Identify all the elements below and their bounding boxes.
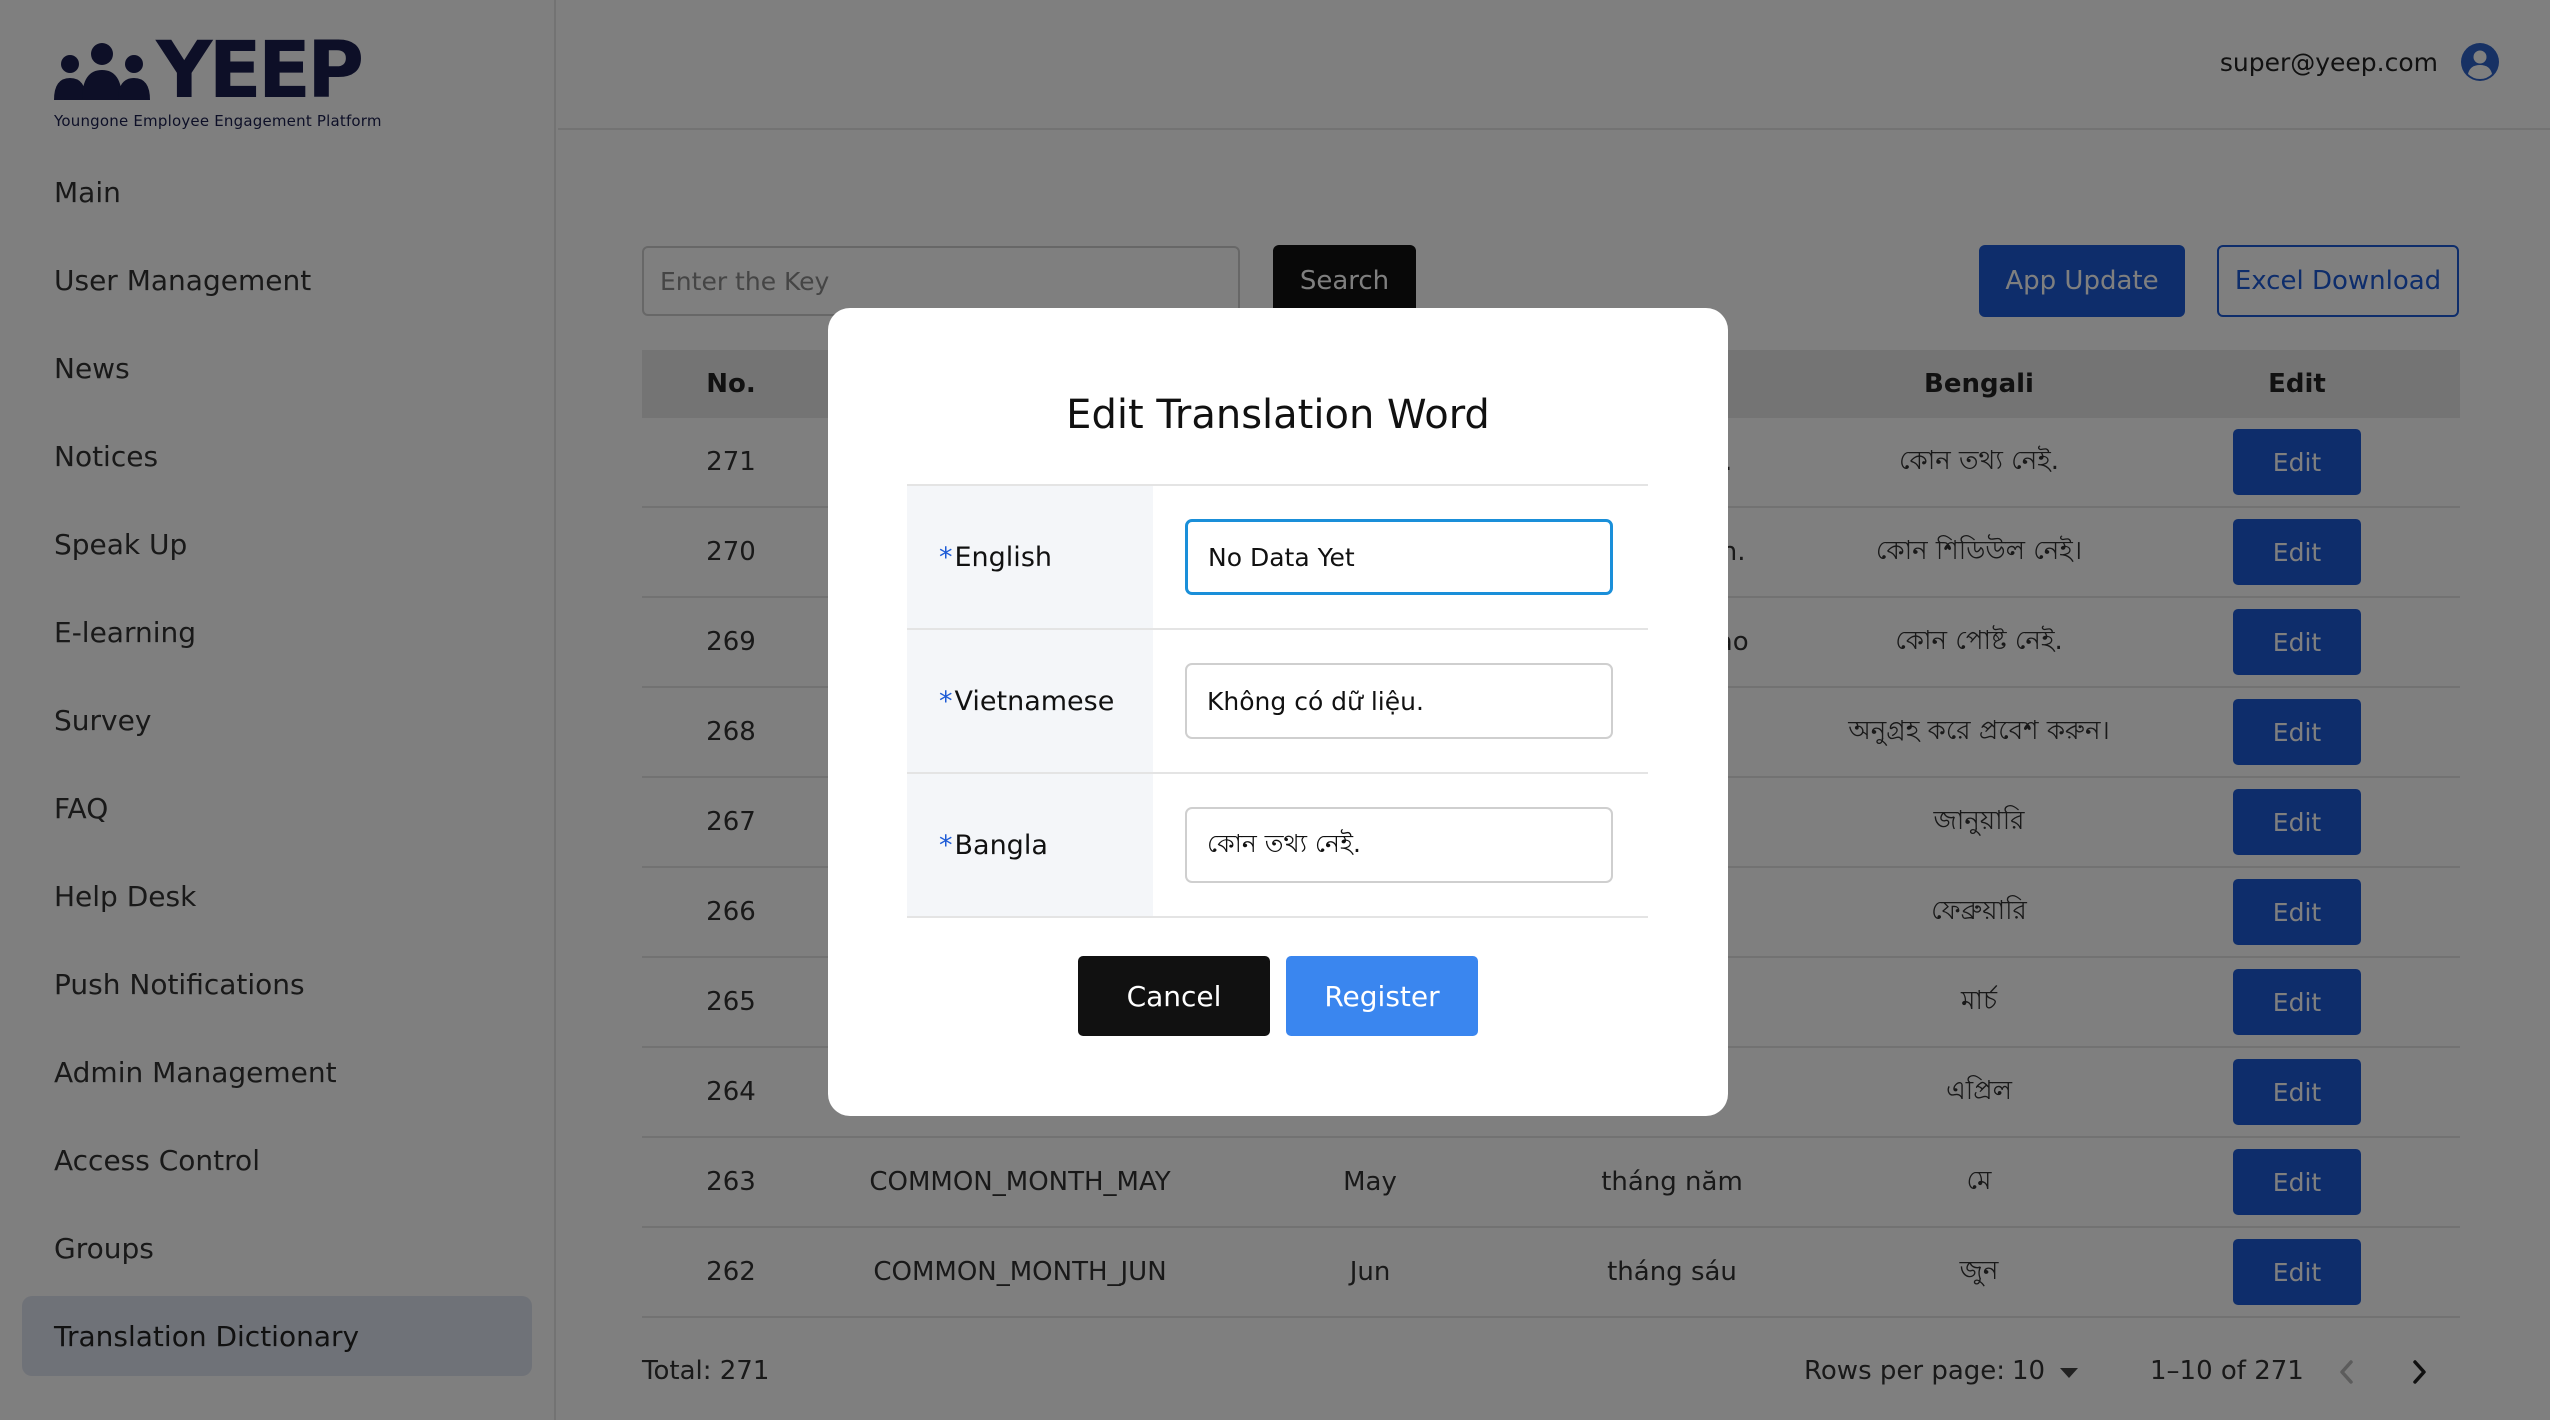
field-container <box>1153 630 1648 772</box>
field-container <box>1153 486 1648 628</box>
vietnamese-field[interactable] <box>1185 663 1613 739</box>
cancel-button[interactable]: Cancel <box>1078 956 1270 1036</box>
translation-form: *English *Vietnamese *Bangla <box>907 484 1648 918</box>
field-container <box>1153 774 1648 916</box>
field-label-vietnamese: * Vietnamese <box>907 630 1153 772</box>
field-label-text: English <box>954 541 1053 573</box>
required-mark: * <box>939 541 953 573</box>
form-row-english: * English <box>907 486 1648 630</box>
form-row-vietnamese: * Vietnamese <box>907 630 1648 774</box>
required-mark: * <box>939 829 953 861</box>
register-button[interactable]: Register <box>1286 956 1478 1036</box>
form-row-bangla: * Bangla <box>907 774 1648 918</box>
bangla-field[interactable] <box>1185 807 1613 883</box>
required-mark: * <box>939 685 953 717</box>
field-label-text: Bangla <box>954 829 1048 861</box>
modal-title: Edit Translation Word <box>1066 392 1490 438</box>
field-label-english: * English <box>907 486 1153 628</box>
english-field[interactable] <box>1185 519 1613 595</box>
field-label-text: Vietnamese <box>954 685 1115 717</box>
field-label-bangla: * Bangla <box>907 774 1153 916</box>
edit-translation-modal: Edit Translation Word *English *Vietname… <box>828 308 1728 1116</box>
